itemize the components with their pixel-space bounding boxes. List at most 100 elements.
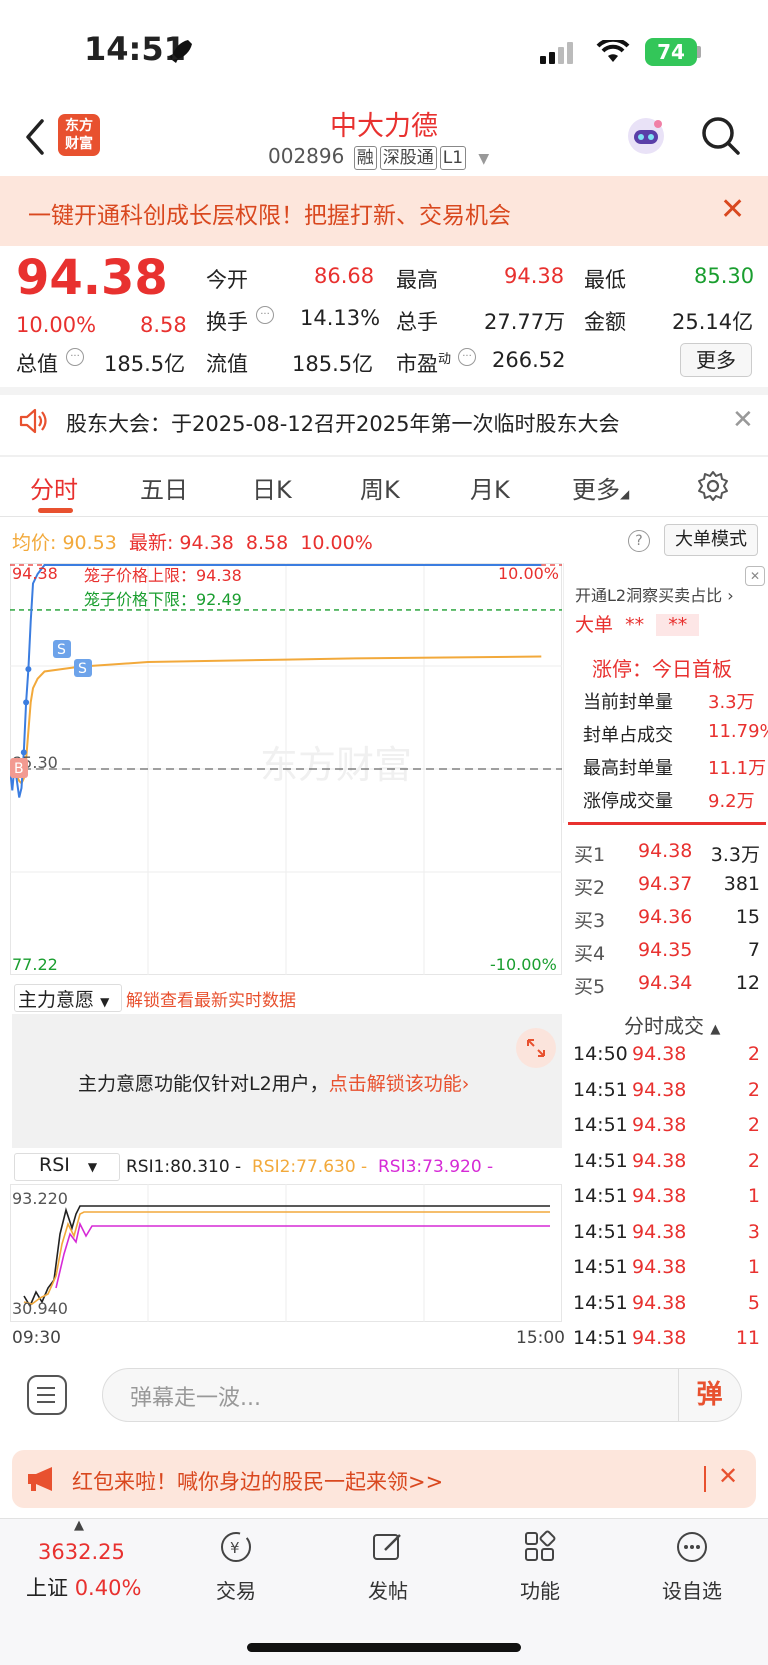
danmu-settings-icon[interactable] xyxy=(27,1375,67,1415)
bid-label: 买4 xyxy=(574,943,606,965)
tick-volume: 11 xyxy=(735,1327,760,1349)
signal-icon xyxy=(540,42,573,64)
price-info-line: 均价: 90.53 最新: 94.38 8.58 10.00% xyxy=(12,532,373,554)
l2-title[interactable]: 开通L2洞察买卖占比 › xyxy=(575,582,734,606)
turnover-value: 14.13% xyxy=(300,306,381,330)
promo-close-icon[interactable]: ✕ xyxy=(720,195,745,225)
tick-price: 94.38 xyxy=(632,1185,687,1207)
chart-watermark: 东方财富 xyxy=(260,743,412,787)
main-force-selector[interactable]: 主力意愿 ▼ xyxy=(14,984,122,1012)
bid-price: 94.36 xyxy=(638,906,693,928)
intraday-chart[interactable]: 东方财富 94.38 10.00% 笼子价格上限：94.38 笼子价格下限：92… xyxy=(10,563,562,975)
settings-gear-icon[interactable] xyxy=(697,470,729,502)
nav-functions[interactable]: 功能 xyxy=(485,1530,595,1604)
divider xyxy=(568,822,766,825)
tab-weekly-k[interactable]: 周K xyxy=(360,470,400,505)
stock-code-row: 002896 融深股通 L1 ▼ xyxy=(268,144,489,170)
buy-marker: B xyxy=(10,758,28,778)
svg-text:¥: ¥ xyxy=(230,1539,240,1557)
mktcap-value: 185.5亿 xyxy=(104,352,186,376)
tag-margin: 融 xyxy=(353,146,377,170)
stock-code: 002896 xyxy=(268,144,345,168)
index-row[interactable]: 上证 0.40% xyxy=(26,1572,141,1602)
tab-five-day[interactable]: 五日 xyxy=(140,470,188,505)
tab-daily-k[interactable]: 日K xyxy=(252,470,292,505)
sell-marker: S S xyxy=(53,640,92,677)
info-icon[interactable]: ··· xyxy=(66,348,84,366)
price-point xyxy=(23,699,30,706)
price-point xyxy=(25,666,32,673)
bid-volume: 12 xyxy=(735,972,760,994)
unlock-link[interactable]: 解锁查看最新实时数据 xyxy=(126,986,296,1011)
rsi3-line xyxy=(55,1221,550,1289)
volume-label: 总手 xyxy=(396,310,438,334)
limit-stat-value: 11.79% xyxy=(708,721,768,742)
nav-post[interactable]: 发帖 xyxy=(333,1530,443,1604)
limit-up-title: 涨停：今日首板 xyxy=(592,657,732,681)
redpack-close-icon[interactable]: ✕ xyxy=(718,1462,738,1490)
upper-limit-label: 笼子价格上限：94.38 xyxy=(84,566,242,585)
bid-price: 94.38 xyxy=(638,840,693,862)
tab-monthly-k[interactable]: 月K xyxy=(470,470,510,505)
tick-volume: 2 xyxy=(747,1114,760,1136)
limit-stat-value: 11.1万 xyxy=(708,758,767,779)
bid-volume: 15 xyxy=(735,906,760,928)
big-order-row: 大单 ** ** xyxy=(575,610,700,637)
time-axis-start: 09:30 xyxy=(12,1328,61,1348)
nav-trade[interactable]: ¥ 交易 xyxy=(181,1530,291,1604)
search-icon[interactable] xyxy=(700,115,742,157)
redpack-text[interactable]: 红包来啦！喊你身边的股民一起来领>> xyxy=(72,1466,443,1496)
svg-text:B: B xyxy=(14,761,24,777)
help-icon[interactable]: ? xyxy=(628,530,650,552)
axis-top-price: 94.38 xyxy=(12,564,58,583)
index-value[interactable]: 3632.25 xyxy=(38,1540,125,1564)
robot-assistant-icon[interactable] xyxy=(624,114,668,158)
chevron-down-icon[interactable]: ▼ xyxy=(478,151,489,167)
limit-stat-value: 9.2万 xyxy=(708,791,755,812)
notice-close-icon[interactable]: ✕ xyxy=(732,405,754,435)
rsi-axis-bottom: 30.940 xyxy=(12,1299,68,1318)
danmu-placeholder: 弹幕走一波... xyxy=(130,1386,261,1411)
l2-close-icon[interactable]: ✕ xyxy=(745,566,765,586)
unlock-feature-link[interactable]: 点击解锁该功能 xyxy=(329,1073,462,1095)
tab-more[interactable]: 更多◢ xyxy=(572,470,629,505)
big-order-mode-button[interactable]: 大单模式 xyxy=(664,524,758,556)
more-button[interactable]: 更多 xyxy=(680,343,752,377)
rsi-selector[interactable]: RSI ▼ xyxy=(14,1153,120,1181)
tick-volume: 5 xyxy=(747,1291,760,1314)
expand-icon[interactable] xyxy=(516,1028,556,1068)
notice-text[interactable]: 股东大会：于2025-08-12召开2025年第一次临时股东大会 xyxy=(66,408,619,438)
rsi-chart[interactable]: 93.220 30.940 xyxy=(10,1184,562,1322)
battery-cap xyxy=(697,46,701,58)
tick-time: 14:50 xyxy=(573,1043,628,1065)
divider xyxy=(0,387,768,395)
tab-intraday[interactable]: 分时 xyxy=(30,470,78,505)
home-indicator xyxy=(247,1643,521,1652)
open-value: 86.68 xyxy=(314,264,375,288)
promo-text[interactable]: 一键开通科创成长层权限！把握打新、交易机会 xyxy=(28,196,511,230)
info-icon[interactable]: ··· xyxy=(458,348,476,366)
edit-icon xyxy=(373,1534,401,1560)
ticks-title[interactable]: 分时成交 ▲ xyxy=(624,1010,720,1039)
tick-time: 14:51 xyxy=(573,1327,628,1349)
tick-time: 14:51 xyxy=(573,1220,628,1243)
danmu-send-button[interactable]: 弹 xyxy=(678,1369,740,1421)
wifi-icon xyxy=(596,40,630,62)
tick-price: 94.38 xyxy=(632,1043,687,1065)
tick-price: 94.38 xyxy=(632,1078,687,1101)
tick-time: 14:51 xyxy=(573,1185,628,1207)
divider xyxy=(704,1466,706,1492)
amount-value: 25.14亿 xyxy=(672,310,754,334)
bid-price: 94.34 xyxy=(638,972,693,994)
battery-indicator: 74 xyxy=(645,38,697,66)
svg-text:S: S xyxy=(57,642,66,658)
tick-time: 14:51 xyxy=(573,1114,628,1136)
info-icon[interactable]: ··· xyxy=(256,306,274,324)
bid-volume: 3.3万 xyxy=(710,844,760,866)
amount-label: 金额 xyxy=(584,310,626,334)
limit-stat-label: 涨停成交量 xyxy=(583,791,673,812)
tick-time: 14:51 xyxy=(573,1078,628,1101)
megaphone-icon xyxy=(28,1467,52,1491)
tick-volume: 2 xyxy=(747,1078,760,1101)
nav-watchlist[interactable]: 设自选 xyxy=(637,1530,747,1604)
